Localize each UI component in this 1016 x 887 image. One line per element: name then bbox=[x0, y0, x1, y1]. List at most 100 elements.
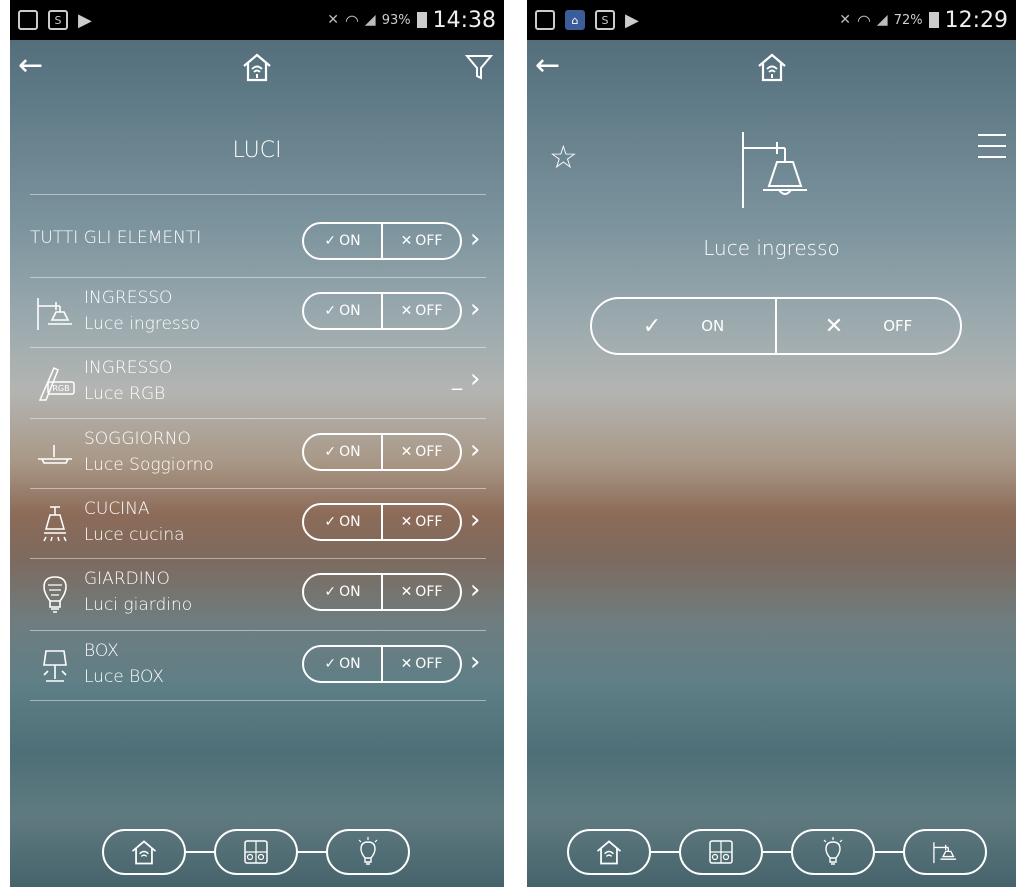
clock: 14:38 bbox=[432, 7, 496, 33]
off-label: OFF bbox=[883, 317, 913, 335]
on-off-toggle[interactable]: ✓ ON ✕ OFF bbox=[302, 645, 462, 683]
on-button[interactable]: ✓ ON bbox=[304, 575, 381, 609]
gallery-notification-icon bbox=[535, 10, 555, 30]
list-item[interactable]: BOX Luce BOX ✓ ON ✕ OFF › bbox=[30, 631, 500, 701]
device-name: Luce ingresso bbox=[84, 314, 201, 334]
control-panel-icon bbox=[709, 840, 733, 864]
cross-icon: ✕ bbox=[400, 303, 413, 319]
check-icon: ✓ bbox=[642, 313, 662, 339]
on-button[interactable]: ✓ ON bbox=[592, 299, 775, 353]
ceiling-light-icon bbox=[38, 445, 72, 464]
lights-nav-button[interactable] bbox=[791, 829, 875, 875]
battery-icon bbox=[928, 12, 939, 28]
app-notification-icon: S bbox=[48, 10, 68, 30]
cross-icon: ✕ bbox=[400, 233, 413, 249]
nav-connector bbox=[875, 851, 903, 853]
home-wifi-icon[interactable] bbox=[240, 50, 274, 84]
room-label: CUCINA bbox=[84, 499, 150, 519]
list-item[interactable]: INGRESSO Luce ingresso ✓ ON ✕ OFF › bbox=[30, 278, 500, 348]
list-item[interactable]: RGB INGRESSO Luce RGB _ › bbox=[30, 348, 500, 418]
off-button[interactable]: ✕ OFF bbox=[381, 505, 460, 539]
on-off-toggle[interactable]: ✓ ON ✕ OFF bbox=[590, 297, 962, 355]
home-wifi-icon[interactable] bbox=[755, 50, 789, 84]
on-off-toggle[interactable]: ✓ ON ✕ OFF bbox=[302, 573, 462, 611]
value-placeholder: _ bbox=[452, 366, 462, 390]
cross-icon: ✕ bbox=[400, 444, 413, 460]
back-arrow-icon[interactable]: ← bbox=[535, 48, 560, 84]
check-icon: ✓ bbox=[324, 233, 337, 249]
wall-lamp-icon bbox=[742, 132, 807, 208]
home-nav-button[interactable] bbox=[567, 829, 651, 875]
device-nav-button[interactable] bbox=[903, 829, 987, 875]
bulb-icon bbox=[358, 837, 378, 865]
off-button[interactable]: ✕ OFF bbox=[381, 294, 460, 328]
on-off-toggle[interactable]: ✓ ON ✕ OFF bbox=[302, 433, 462, 471]
home-nav-button[interactable] bbox=[102, 829, 186, 875]
lights-nav-button[interactable] bbox=[326, 829, 410, 875]
on-label: ON bbox=[701, 317, 725, 335]
on-button[interactable]: ✓ ON bbox=[304, 505, 381, 539]
chevron-right-icon[interactable]: › bbox=[470, 435, 480, 465]
device-name: Luce BOX bbox=[84, 667, 164, 687]
device-name: Luci giardino bbox=[84, 595, 193, 615]
favorite-star-icon[interactable]: ☆ bbox=[549, 138, 578, 176]
nav-connector bbox=[763, 851, 791, 853]
off-button[interactable]: ✕ OFF bbox=[381, 647, 460, 681]
devices-nav-button[interactable] bbox=[214, 829, 298, 875]
list-item[interactable]: GIARDINO Luci giardino ✓ ON ✕ OFF › bbox=[30, 559, 500, 629]
list-item[interactable]: SOGGIORNO Luce Soggiorno ✓ ON ✕ OFF › bbox=[30, 419, 500, 489]
chevron-right-icon[interactable]: › bbox=[470, 575, 480, 605]
check-icon: ✓ bbox=[324, 514, 337, 530]
rgb-brush-icon: RGB bbox=[38, 366, 75, 401]
all-off-button[interactable]: ✕ OFF bbox=[381, 224, 460, 258]
check-icon: ✓ bbox=[324, 584, 337, 600]
status-bar: ⌂ S ▶ ✕ ◠ ◢ 72% 12:29 bbox=[527, 0, 1016, 40]
app-notification-icon: S bbox=[595, 10, 615, 30]
wall-lamp-icon bbox=[933, 842, 957, 864]
bottom-nav bbox=[10, 829, 504, 879]
chevron-right-icon[interactable]: › bbox=[470, 224, 480, 254]
on-off-toggle[interactable]: ✓ ON ✕ OFF bbox=[302, 503, 462, 541]
battery-icon bbox=[416, 12, 427, 28]
chevron-right-icon[interactable]: › bbox=[470, 647, 480, 677]
wifi-icon: ◠ bbox=[856, 10, 871, 30]
filter-icon[interactable] bbox=[464, 52, 494, 82]
bottom-nav bbox=[527, 829, 1016, 879]
on-button[interactable]: ✓ ON bbox=[304, 435, 381, 469]
on-button[interactable]: ✓ ON bbox=[304, 647, 381, 681]
device-name: Luce Soggiorno bbox=[84, 455, 214, 475]
room-label: SOGGIORNO bbox=[84, 429, 191, 449]
on-button[interactable]: ✓ ON bbox=[304, 294, 381, 328]
room-label: INGRESSO bbox=[84, 288, 173, 308]
svg-text:RGB: RGB bbox=[52, 384, 69, 393]
off-button[interactable]: ✕ OFF bbox=[381, 575, 460, 609]
battery-percent: 72% bbox=[893, 12, 923, 28]
chevron-right-icon[interactable]: › bbox=[470, 505, 480, 535]
room-label: INGRESSO bbox=[84, 358, 173, 378]
cross-icon: ✕ bbox=[400, 514, 413, 530]
check-icon: ✓ bbox=[324, 303, 337, 319]
off-button[interactable]: ✕ OFF bbox=[381, 435, 460, 469]
nav-connector bbox=[186, 851, 214, 853]
all-on-button[interactable]: ✓ ON bbox=[304, 224, 381, 258]
page-title: LUCI bbox=[232, 138, 282, 163]
on-off-toggle[interactable]: ✓ ON ✕ OFF bbox=[302, 292, 462, 330]
divider bbox=[30, 194, 486, 195]
clock: 12:29 bbox=[944, 7, 1008, 33]
menu-icon[interactable] bbox=[978, 134, 1006, 167]
device-label: Luce ingresso bbox=[703, 236, 840, 260]
devices-nav-button[interactable] bbox=[679, 829, 763, 875]
check-icon: ✓ bbox=[324, 444, 337, 460]
bulb-icon bbox=[823, 837, 843, 865]
off-button[interactable]: ✕ OFF bbox=[775, 299, 960, 353]
chevron-right-icon[interactable]: › bbox=[470, 294, 480, 324]
list-item[interactable]: CUCINA Luce cucina ✓ ON ✕ OFF › bbox=[30, 489, 500, 559]
back-arrow-icon[interactable]: ← bbox=[18, 48, 43, 84]
nav-connector bbox=[651, 851, 679, 853]
divider bbox=[30, 700, 486, 701]
all-elements-row[interactable]: TUTTI GLI ELEMENTI ✓ ON ✕ OFF › bbox=[30, 208, 500, 278]
all-on-off-toggle[interactable]: ✓ ON ✕ OFF bbox=[302, 222, 462, 260]
nav-connector bbox=[298, 851, 326, 853]
chevron-right-icon[interactable]: › bbox=[470, 364, 480, 394]
bulb-icon bbox=[43, 576, 67, 613]
